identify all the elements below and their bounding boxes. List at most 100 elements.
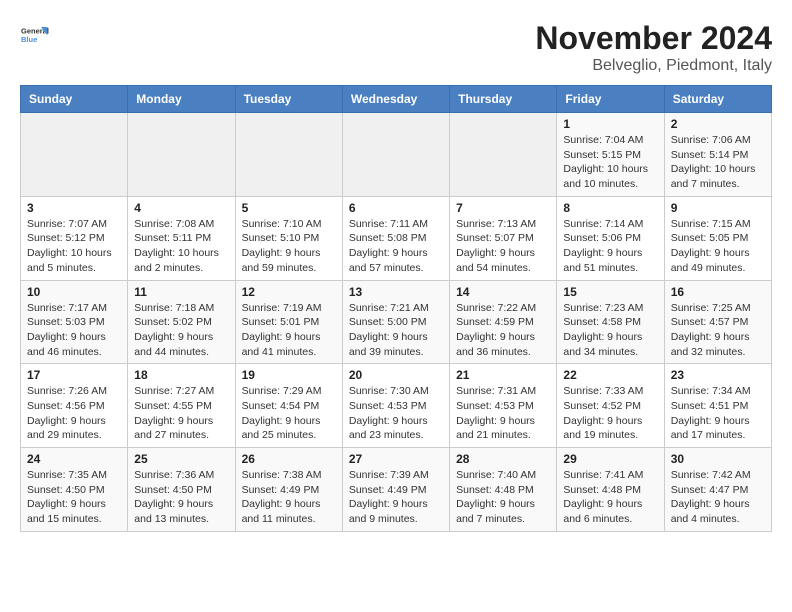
day-info: Sunrise: 7:11 AM Sunset: 5:08 PM Dayligh…: [349, 217, 443, 276]
day-number: 29: [563, 452, 657, 466]
logo-icon: GeneralBlue: [20, 20, 50, 50]
table-row: [128, 113, 235, 197]
table-row: 26 Sunrise: 7:38 AM Sunset: 4:49 PM Dayli…: [235, 448, 342, 532]
day-number: 16: [671, 285, 765, 299]
day-info: Sunrise: 7:21 AM Sunset: 5:00 PM Dayligh…: [349, 301, 443, 360]
day-info: Sunrise: 7:25 AM Sunset: 4:57 PM Dayligh…: [671, 301, 765, 360]
calendar-title: November 2024: [535, 20, 772, 57]
calendar-week-row: 17Sunrise: 7:26 AM Sunset: 4:56 PM Dayli…: [21, 364, 772, 448]
day-number: 25: [134, 452, 228, 466]
table-row: 14Sunrise: 7:22 AM Sunset: 4:59 PM Dayli…: [450, 280, 557, 364]
day-number: 24: [27, 452, 121, 466]
page-header: GeneralBlue November 2024 Belveglio, Pie…: [20, 20, 772, 75]
day-number: 15: [563, 285, 657, 299]
day-number: 4: [134, 201, 228, 215]
table-row: 16 Sunrise: 7:25 AM Sunset: 4:57 PM Dayli…: [664, 280, 771, 364]
day-number: 30: [671, 452, 765, 466]
day-number: 13: [349, 285, 443, 299]
day-number: 14: [456, 285, 550, 299]
day-info: Sunrise: 7:17 AM Sunset: 5:03 PM Dayligh…: [27, 301, 121, 360]
table-row: 9 Sunrise: 7:15 AM Sunset: 5:05 PM Daylig…: [664, 196, 771, 280]
day-number: 23: [671, 368, 765, 382]
table-row: 22 Sunrise: 7:33 AM Sunset: 4:52 PM Dayli…: [557, 364, 664, 448]
day-number: 19: [242, 368, 336, 382]
day-number: 18: [134, 368, 228, 382]
day-info: Sunrise: 7:18 AM Sunset: 5:02 PM Dayligh…: [134, 301, 228, 360]
day-info: Sunrise: 7:10 AM Sunset: 5:10 PM Dayligh…: [242, 217, 336, 276]
day-info: Sunrise: 7:27 AM Sunset: 4:55 PM Dayligh…: [134, 384, 228, 443]
day-info: Sunrise: 7:19 AM Sunset: 5:01 PM Dayligh…: [242, 301, 336, 360]
header-sunday: Sunday: [21, 86, 128, 113]
day-info: Sunrise: 7:33 AM Sunset: 4:52 PM Dayligh…: [563, 384, 657, 443]
day-number: 27: [349, 452, 443, 466]
day-info: Sunrise: 7:14 AM Sunset: 5:06 PM Dayligh…: [563, 217, 657, 276]
table-row: 27 Sunrise: 7:39 AM Sunset: 4:49 PM Dayli…: [342, 448, 449, 532]
table-row: 3 Sunrise: 7:07 AM Sunset: 5:12 PM Daylig…: [21, 196, 128, 280]
calendar-week-row: 3 Sunrise: 7:07 AM Sunset: 5:12 PM Daylig…: [21, 196, 772, 280]
calendar-header-row: Sunday Monday Tuesday Wednesday Thursday…: [21, 86, 772, 113]
table-row: 2Sunrise: 7:06 AM Sunset: 5:14 PM Daylig…: [664, 113, 771, 197]
day-info: Sunrise: 7:41 AM Sunset: 4:48 PM Dayligh…: [563, 468, 657, 527]
header-wednesday: Wednesday: [342, 86, 449, 113]
day-info: Sunrise: 7:30 AM Sunset: 4:53 PM Dayligh…: [349, 384, 443, 443]
table-row: 23Sunrise: 7:34 AM Sunset: 4:51 PM Dayli…: [664, 364, 771, 448]
day-number: 1: [563, 117, 657, 131]
day-number: 11: [134, 285, 228, 299]
table-row: [21, 113, 128, 197]
calendar-week-row: 24 Sunrise: 7:35 AM Sunset: 4:50 PM Dayli…: [21, 448, 772, 532]
day-info: Sunrise: 7:31 AM Sunset: 4:53 PM Dayligh…: [456, 384, 550, 443]
calendar-subtitle: Belveglio, Piedmont, Italy: [535, 57, 772, 75]
table-row: 7 Sunrise: 7:13 AM Sunset: 5:07 PM Daylig…: [450, 196, 557, 280]
day-number: 8: [563, 201, 657, 215]
day-info: Sunrise: 7:13 AM Sunset: 5:07 PM Dayligh…: [456, 217, 550, 276]
day-number: 17: [27, 368, 121, 382]
day-info: Sunrise: 7:35 AM Sunset: 4:50 PM Dayligh…: [27, 468, 121, 527]
day-number: 12: [242, 285, 336, 299]
table-row: 18 Sunrise: 7:27 AM Sunset: 4:55 PM Dayli…: [128, 364, 235, 448]
table-row: 10Sunrise: 7:17 AM Sunset: 5:03 PM Dayli…: [21, 280, 128, 364]
table-row: 30 Sunrise: 7:42 AM Sunset: 4:47 PM Dayli…: [664, 448, 771, 532]
title-section: November 2024 Belveglio, Piedmont, Italy: [535, 20, 772, 75]
svg-text:Blue: Blue: [21, 35, 37, 44]
table-row: 24 Sunrise: 7:35 AM Sunset: 4:50 PM Dayli…: [21, 448, 128, 532]
day-number: 3: [27, 201, 121, 215]
header-thursday: Thursday: [450, 86, 557, 113]
table-row: 28Sunrise: 7:40 AM Sunset: 4:48 PM Dayli…: [450, 448, 557, 532]
table-row: [342, 113, 449, 197]
table-row: 17Sunrise: 7:26 AM Sunset: 4:56 PM Dayli…: [21, 364, 128, 448]
day-info: Sunrise: 7:36 AM Sunset: 4:50 PM Dayligh…: [134, 468, 228, 527]
calendar-table: Sunday Monday Tuesday Wednesday Thursday…: [20, 85, 772, 532]
day-info: Sunrise: 7:40 AM Sunset: 4:48 PM Dayligh…: [456, 468, 550, 527]
table-row: 13 Sunrise: 7:21 AM Sunset: 5:00 PM Dayli…: [342, 280, 449, 364]
day-info: Sunrise: 7:42 AM Sunset: 4:47 PM Dayligh…: [671, 468, 765, 527]
table-row: 11 Sunrise: 7:18 AM Sunset: 5:02 PM Dayli…: [128, 280, 235, 364]
day-number: 22: [563, 368, 657, 382]
day-number: 5: [242, 201, 336, 215]
table-row: 15 Sunrise: 7:23 AM Sunset: 4:58 PM Dayli…: [557, 280, 664, 364]
day-info: Sunrise: 7:39 AM Sunset: 4:49 PM Dayligh…: [349, 468, 443, 527]
day-info: Sunrise: 7:38 AM Sunset: 4:49 PM Dayligh…: [242, 468, 336, 527]
day-number: 26: [242, 452, 336, 466]
day-info: Sunrise: 7:29 AM Sunset: 4:54 PM Dayligh…: [242, 384, 336, 443]
header-saturday: Saturday: [664, 86, 771, 113]
table-row: 8 Sunrise: 7:14 AM Sunset: 5:06 PM Daylig…: [557, 196, 664, 280]
day-number: 2: [671, 117, 765, 131]
calendar-week-row: 1 Sunrise: 7:04 AM Sunset: 5:15 PM Daylig…: [21, 113, 772, 197]
calendar-week-row: 10Sunrise: 7:17 AM Sunset: 5:03 PM Dayli…: [21, 280, 772, 364]
table-row: 21 Sunrise: 7:31 AM Sunset: 4:53 PM Dayli…: [450, 364, 557, 448]
logo: GeneralBlue: [20, 20, 50, 50]
table-row: 20 Sunrise: 7:30 AM Sunset: 4:53 PM Dayli…: [342, 364, 449, 448]
day-number: 9: [671, 201, 765, 215]
table-row: 5 Sunrise: 7:10 AM Sunset: 5:10 PM Daylig…: [235, 196, 342, 280]
table-row: 19 Sunrise: 7:29 AM Sunset: 4:54 PM Dayli…: [235, 364, 342, 448]
table-row: [450, 113, 557, 197]
header-monday: Monday: [128, 86, 235, 113]
day-info: Sunrise: 7:23 AM Sunset: 4:58 PM Dayligh…: [563, 301, 657, 360]
day-number: 7: [456, 201, 550, 215]
day-info: Sunrise: 7:04 AM Sunset: 5:15 PM Dayligh…: [563, 133, 657, 192]
day-info: Sunrise: 7:15 AM Sunset: 5:05 PM Dayligh…: [671, 217, 765, 276]
header-tuesday: Tuesday: [235, 86, 342, 113]
day-info: Sunrise: 7:07 AM Sunset: 5:12 PM Dayligh…: [27, 217, 121, 276]
day-number: 20: [349, 368, 443, 382]
day-number: 21: [456, 368, 550, 382]
